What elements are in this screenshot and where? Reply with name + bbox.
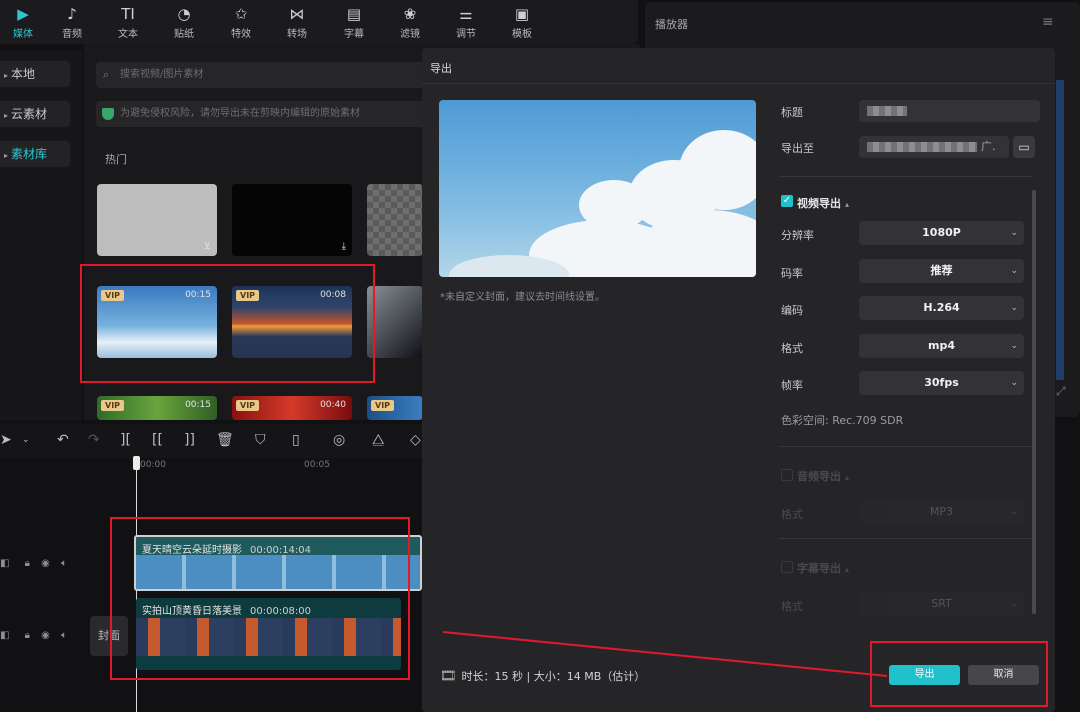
app-window: ▶ 媒体 ♪ 音频 TI 文本 ◔ 贴纸 ✩ 特效 ⋈ 转场 ▤ 字幕 ❀ 滤镜 ⚌ 调节 ▣ 模板… bbox=[0, 0, 1080, 712]
annotation-arrow bbox=[442, 631, 888, 677]
